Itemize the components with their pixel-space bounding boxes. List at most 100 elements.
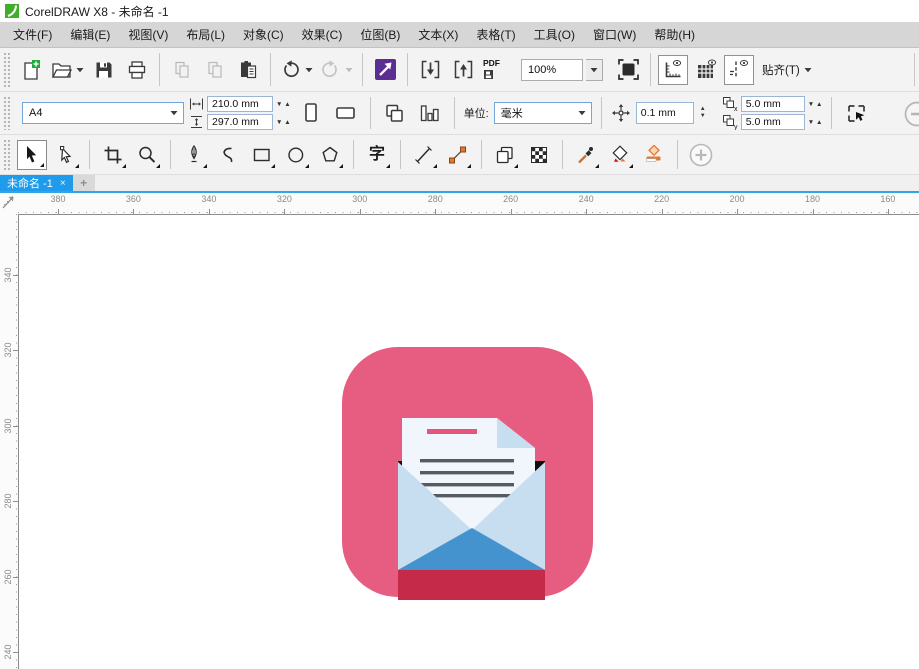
add-tools-button[interactable]	[686, 140, 716, 170]
menu-item[interactable]: 效果(C)	[293, 22, 352, 47]
undo-arrow-icon	[280, 59, 301, 80]
toolbox-grip[interactable]	[3, 139, 10, 170]
menu-item[interactable]: 编辑(E)	[61, 22, 119, 47]
duplicate-y-spinner[interactable]: ▼ ▲	[808, 119, 823, 126]
flyout-triangle	[156, 163, 160, 168]
rulers-toggle-button[interactable]	[658, 54, 688, 85]
units-combobox[interactable]: 毫米	[493, 102, 592, 124]
nudge-distance-field[interactable]: 0.1 mm	[635, 102, 694, 124]
email-envelope-artwork[interactable]	[342, 347, 593, 600]
toolbar-separator	[159, 53, 160, 86]
copy-button[interactable]	[200, 55, 230, 85]
nudge-spinner[interactable]: ▲ ▼	[700, 106, 706, 119]
redo-button[interactable]	[318, 55, 355, 85]
open-button[interactable]	[49, 55, 86, 85]
horizontal-ruler[interactable]: 380 360 340 320 300 280 260 240 220 200 180 160	[0, 193, 919, 214]
polygon-tool[interactable]	[315, 140, 345, 170]
app-launcher-button[interactable]	[370, 55, 400, 85]
transparency-tool[interactable]	[524, 140, 554, 170]
zoom-tool-icon	[137, 145, 157, 165]
undo-button[interactable]	[278, 55, 315, 85]
page-width-field[interactable]: 210.0 mm	[207, 96, 273, 112]
menu-item[interactable]: 位图(B)	[351, 22, 409, 47]
text-tool-icon: 字	[368, 145, 385, 163]
interactive-fill-tool[interactable]	[605, 140, 635, 170]
publish-pdf-button[interactable]: PDF	[481, 55, 511, 85]
print-button[interactable]	[122, 55, 152, 85]
bezier-curve-tool[interactable]	[213, 140, 243, 170]
import-button[interactable]	[415, 55, 445, 85]
line-tool[interactable]	[409, 140, 439, 170]
menu-item[interactable]: 文件(F)	[4, 22, 61, 47]
export-button[interactable]	[448, 55, 478, 85]
crop-tool[interactable]	[98, 140, 128, 170]
pick-tool[interactable]	[17, 139, 47, 170]
duplicate-x-field[interactable]: 5.0 mm	[740, 96, 805, 112]
canvas[interactable]: 340 320 300 280 260 240	[0, 214, 919, 669]
tab-close-icon[interactable]: ×	[60, 178, 66, 189]
menu-item[interactable]: 表格(T)	[467, 22, 524, 47]
pen-tool[interactable]	[179, 140, 209, 170]
eyedropper-tool[interactable]	[571, 140, 601, 170]
flyout-triangle	[467, 163, 471, 168]
menu-item[interactable]: 帮助(H)	[645, 22, 704, 47]
paste-button[interactable]	[233, 55, 263, 85]
snap-to-dropdown[interactable]: 贴齐(T)	[757, 55, 817, 85]
flyout-triangle	[75, 163, 79, 168]
text-tool[interactable]: 字	[362, 140, 392, 170]
page-height-spinner[interactable]: ▼ ▲	[276, 119, 291, 126]
ruler-tick	[13, 576, 18, 578]
new-tab-plus-icon: +	[80, 176, 88, 190]
drop-shadow-icon	[495, 145, 515, 165]
flyout-triangle	[433, 163, 437, 168]
menu-item[interactable]: 对象(C)	[234, 22, 293, 47]
treat-as-filled-button[interactable]	[841, 97, 871, 129]
page-width-spinner[interactable]: ▼ ▲	[276, 101, 291, 108]
new-document-icon	[21, 59, 42, 80]
ellipse-tool[interactable]	[281, 140, 311, 170]
propbar-grip[interactable]	[3, 96, 10, 130]
connector-tool[interactable]	[443, 140, 473, 170]
menu-item[interactable]: 视图(V)	[119, 22, 177, 47]
page-height-field[interactable]: 297.0 mm	[207, 114, 273, 130]
ruler-number: 200	[729, 194, 745, 204]
smart-fill-tool[interactable]	[639, 140, 669, 170]
zoom-level-combobox[interactable]: 100%	[521, 58, 583, 81]
menu-item[interactable]: 文本(X)	[409, 22, 467, 47]
document-tab-active[interactable]: 未命名 -1 ×	[0, 175, 73, 191]
facing-pages-button[interactable]	[415, 97, 445, 129]
duplicate-y-field[interactable]: 5.0 mm	[740, 114, 805, 130]
duplicate-x-icon: x	[722, 96, 738, 112]
facing-pages-icon	[418, 102, 441, 125]
toolbar-grip[interactable]	[3, 52, 10, 87]
guidelines-toggle-button[interactable]	[724, 54, 754, 85]
save-button[interactable]	[89, 55, 119, 85]
vertical-ruler[interactable]: 340 320 300 280 260 240	[0, 214, 18, 669]
ruler-origin-icon[interactable]	[1, 194, 16, 211]
all-pages-button[interactable]	[380, 97, 410, 129]
grid-toggle-button[interactable]	[691, 55, 721, 85]
landscape-button[interactable]	[331, 97, 361, 129]
collapse-minus-icon[interactable]	[903, 100, 919, 128]
drop-shadow-tool[interactable]	[490, 140, 520, 170]
caret-down-icon	[578, 110, 586, 116]
ruler-number: 260	[503, 194, 519, 204]
portrait-button[interactable]	[296, 97, 326, 129]
flyout-triangle	[386, 163, 390, 168]
new-document-button[interactable]	[16, 55, 46, 85]
line-tool-icon	[414, 145, 434, 165]
rectangle-tool[interactable]	[247, 140, 277, 170]
zoom-level-caret[interactable]	[586, 58, 603, 81]
page-size-preset-combobox[interactable]: A4	[22, 102, 184, 124]
duplicate-x-spinner[interactable]: ▼ ▲	[808, 101, 823, 108]
menu-item[interactable]: 工具(O)	[525, 22, 584, 47]
caret-down-icon	[804, 67, 812, 73]
menu-item[interactable]: 布局(L)	[177, 22, 234, 47]
menu-item[interactable]: 窗口(W)	[584, 22, 645, 47]
print-icon	[127, 60, 147, 80]
cut-button[interactable]	[167, 55, 197, 85]
fullscreen-preview-button[interactable]	[613, 55, 643, 85]
zoom-tool[interactable]	[132, 140, 162, 170]
shape-tool[interactable]	[51, 140, 81, 170]
new-document-tab-button[interactable]: +	[72, 175, 95, 191]
